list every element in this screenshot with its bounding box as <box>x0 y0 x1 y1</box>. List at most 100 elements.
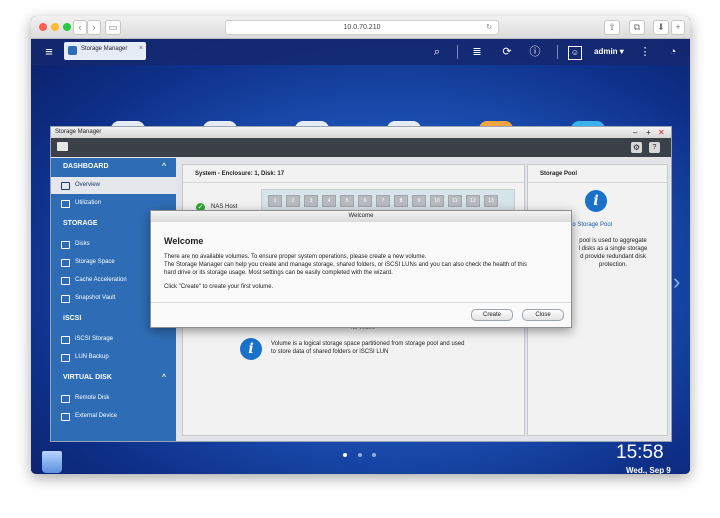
sidebar-item-label: iSCSI Storage <box>75 336 114 342</box>
remote-disk-icon <box>61 395 70 403</box>
top-bar: ≡ Storage Manager × ⌕ ≣ ⟳ ⓘ ☺ admin ▾ ⋮ … <box>31 39 690 65</box>
divider <box>183 182 524 183</box>
minimize-window-button[interactable] <box>51 23 59 31</box>
disk-slot-6[interactable]: 6 <box>358 195 372 207</box>
section-label: iSCSI <box>63 315 82 322</box>
back-icon[interactable]: ‹ <box>73 20 87 35</box>
disk-slot-13[interactable]: 13 <box>484 195 498 207</box>
downloads-icon[interactable]: ⬇ <box>653 20 669 35</box>
disk-slot-10[interactable]: 10 <box>430 195 444 207</box>
create-button[interactable]: Create <box>471 309 513 321</box>
new-tab-icon[interactable]: + <box>671 20 685 35</box>
chevron-up-icon: ^ <box>162 374 167 381</box>
more-options-icon[interactable]: ⋮ <box>637 44 653 60</box>
sync-icon[interactable]: ⟳ <box>499 44 515 60</box>
dialog-heading: Welcome <box>164 236 204 246</box>
sidebar-item-lun-backup[interactable]: LUN Backup <box>51 349 176 366</box>
app-tab-label: Storage Manager <box>81 46 128 52</box>
pool-header: Storage Pool <box>540 171 578 177</box>
sidebar-item-external-device[interactable]: External Device <box>51 408 176 425</box>
disk-icon <box>61 241 70 249</box>
user-menu[interactable]: admin ▾ <box>594 47 624 56</box>
url-text: 10.0.70.210 <box>343 24 381 31</box>
sidebar-item-label: Disks <box>75 241 90 247</box>
window-titlebar: Storage Manager – + ✕ <box>51 127 671 138</box>
sidebar-item-label: LUN Backup <box>75 354 109 360</box>
external-device-icon <box>61 413 70 421</box>
dialog-hint: Click "Create" to create your first volu… <box>164 284 274 290</box>
sidebar-section-virtual-disk[interactable]: VIRTUAL DISK ^ <box>51 369 176 386</box>
disk-slot-2[interactable]: 2 <box>286 195 300 207</box>
main-menu-icon[interactable]: ≡ <box>41 44 57 60</box>
section-label: DASHBOARD <box>63 163 109 170</box>
recycle-bin-icon[interactable] <box>42 451 62 473</box>
disk-slot-7[interactable]: 7 <box>376 195 390 207</box>
sidebar-toggle-icon[interactable]: ▭ <box>105 20 121 35</box>
cache-icon <box>61 277 70 285</box>
disk-slot-3[interactable]: 3 <box>304 195 318 207</box>
dialog-line: There are no available volumes. To ensur… <box>164 254 427 260</box>
overview-icon <box>61 182 70 190</box>
disk-slot-1[interactable]: 1 <box>268 195 282 207</box>
address-bar[interactable]: 10.0.70.210 ↻ <box>225 20 499 35</box>
volume-info-text: Volume is a logical storage space partit… <box>271 341 465 355</box>
info-icon: i <box>585 190 607 212</box>
iscsi-icon <box>61 336 70 344</box>
pool-desc-line: pool is used to aggregate <box>579 238 647 244</box>
page-dot[interactable] <box>358 453 362 457</box>
page-dot[interactable] <box>343 453 347 457</box>
sidebar-item-overview[interactable]: Overview <box>51 177 176 194</box>
background-tasks-icon[interactable]: ≣ <box>469 44 485 60</box>
page-dot[interactable] <box>372 453 376 457</box>
app-tab-storage-manager[interactable]: Storage Manager × <box>64 42 146 60</box>
dialog-body: There are no available volumes. To ensur… <box>164 253 564 291</box>
storage-manager-icon <box>68 46 77 55</box>
reload-icon[interactable]: ↻ <box>486 21 492 34</box>
chevron-up-icon: ^ <box>162 163 167 170</box>
clock-date: Wed., Sep 9 <box>626 466 671 474</box>
zoom-window-button[interactable] <box>63 23 71 31</box>
close-icon[interactable]: ✕ <box>658 127 665 138</box>
forward-icon[interactable]: › <box>87 20 101 35</box>
section-label: VIRTUAL DISK <box>63 374 112 381</box>
info-icon: i <box>240 338 262 360</box>
sidebar-item-remote-disk[interactable]: Remote Disk <box>51 390 176 407</box>
pool-desc-line: d provide redundant disk <box>580 254 646 260</box>
window-title: Storage Manager <box>55 129 102 135</box>
tabs-icon[interactable]: ⧉ <box>629 20 645 35</box>
divider <box>528 182 667 183</box>
disk-slot-4[interactable]: 4 <box>322 195 336 207</box>
pool-desc-line: l disks as a single storage <box>578 246 648 252</box>
info-icon[interactable]: ⓘ <box>527 44 543 60</box>
minimize-icon[interactable]: – <box>633 127 637 138</box>
close-window-button[interactable] <box>39 23 47 31</box>
sidebar-section-dashboard[interactable]: DASHBOARD ^ <box>51 158 176 175</box>
user-icon[interactable]: ☺ <box>568 46 582 60</box>
next-page-arrow-icon[interactable]: › <box>673 269 680 295</box>
close-button[interactable]: Close <box>522 309 564 321</box>
share-icon[interactable]: ⇪ <box>604 20 620 35</box>
snapshot-icon <box>61 295 70 303</box>
utilization-icon <box>61 200 70 208</box>
disk-slot-5[interactable]: 5 <box>340 195 354 207</box>
disk-slot-9[interactable]: 9 <box>412 195 426 207</box>
sidebar-item-label: Storage Space <box>75 259 115 265</box>
dashboard-gauge-icon[interactable]: ◔ <box>665 44 681 60</box>
sidebar-item-iscsi-storage[interactable]: iSCSI Storage <box>51 331 176 348</box>
dialog-line: The Storage Manager can help you create … <box>164 262 527 268</box>
disk-slot-11[interactable]: 11 <box>448 195 462 207</box>
disk-slot-12[interactable]: 12 <box>466 195 480 207</box>
disk-slot-8[interactable]: 8 <box>394 195 408 207</box>
help-icon[interactable]: ? <box>649 142 660 153</box>
welcome-dialog: Welcome Welcome There are no available v… <box>150 210 572 328</box>
collapse-sidebar-icon[interactable] <box>57 142 68 151</box>
dialog-line: hard drive or its storage usage. Most se… <box>164 270 393 276</box>
close-tab-icon[interactable]: × <box>139 45 143 52</box>
divider <box>557 45 558 59</box>
sidebar-item-label: Snapshot Vault <box>75 295 116 301</box>
maximize-icon[interactable]: + <box>646 127 651 138</box>
username: admin <box>594 47 618 56</box>
storage-space-icon <box>61 259 70 267</box>
search-icon[interactable]: ⌕ <box>429 44 445 60</box>
gear-icon[interactable]: ⚙ <box>631 142 642 153</box>
